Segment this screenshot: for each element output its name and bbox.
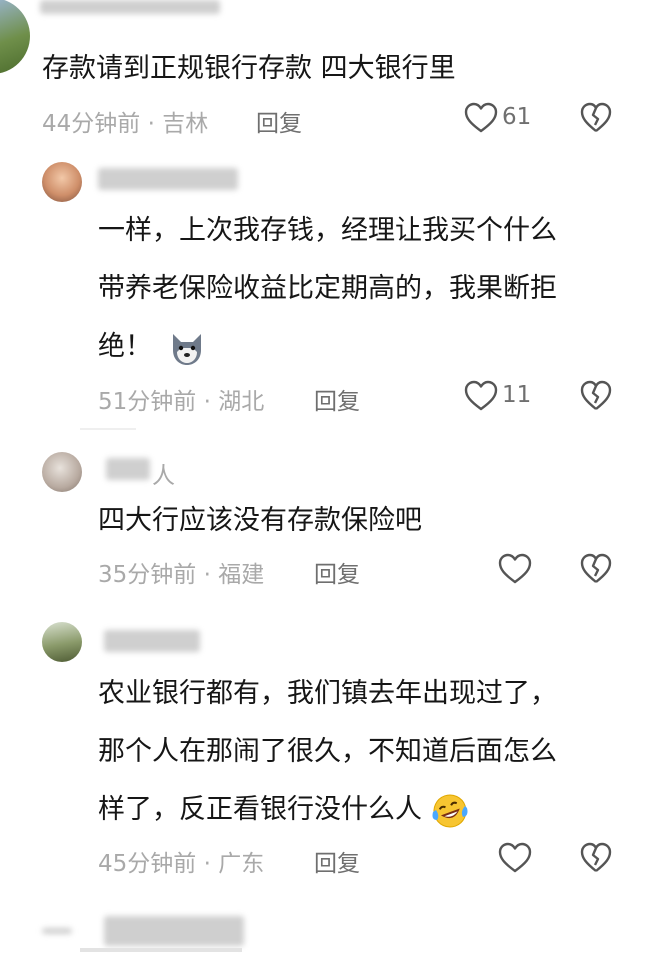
avatar-obscured[interactable] xyxy=(42,928,72,934)
reply-button[interactable]: 回复 xyxy=(314,382,360,416)
reply-button[interactable]: 回复 xyxy=(314,844,360,878)
comment-time: 45分钟前 xyxy=(98,851,197,877)
broken-heart-icon[interactable] xyxy=(580,102,612,134)
comment-text: 一样，上次我存钱，经理让我买个什么 带养老保险收益比定期高的，我果断拒 绝！ xyxy=(98,202,557,376)
comment-meta: 45分钟前 · 广东 xyxy=(98,851,265,877)
heart-outline-icon[interactable] xyxy=(464,380,498,412)
divider xyxy=(80,948,242,952)
comment-text: 农业银行都有，我们镇去年出现过了， 那个人在那闹了很久，不知道后面怎么 样了，反… xyxy=(98,665,557,839)
avatar[interactable] xyxy=(42,162,82,202)
comment-username[interactable]: 人 xyxy=(152,456,175,490)
heart-outline-icon[interactable] xyxy=(498,553,532,585)
comment-meta: 35分钟前 · 福建 xyxy=(98,562,265,588)
avatar[interactable] xyxy=(42,452,82,492)
like-count: 61 xyxy=(502,104,532,130)
reply-button[interactable]: 回复 xyxy=(256,104,302,138)
comment-time: 35分钟前 xyxy=(98,562,197,588)
laughing-tears-emoji xyxy=(432,794,468,827)
broken-heart-icon[interactable] xyxy=(580,842,612,874)
broken-heart-icon[interactable] xyxy=(580,380,612,412)
comment-text: 存款请到正规银行存款 四大银行里 xyxy=(42,53,456,84)
username-obscured xyxy=(104,916,244,946)
comment-meta: 51分钟前 · 湖北 xyxy=(98,389,265,415)
like-count: 11 xyxy=(502,382,532,408)
comment-meta: 44分钟前 · 吉林 xyxy=(42,111,209,137)
heart-outline-icon[interactable] xyxy=(464,102,498,134)
comment-text: 四大行应该没有存款保险吧 xyxy=(98,505,422,536)
username-obscured xyxy=(40,0,220,14)
username-obscured xyxy=(104,630,200,652)
divider xyxy=(80,428,136,430)
comment-location: 广东 xyxy=(218,851,265,877)
reply-button[interactable]: 回复 xyxy=(314,555,360,589)
username-obscured xyxy=(106,458,150,480)
dog-face-emoji xyxy=(172,333,201,365)
username-obscured xyxy=(98,168,238,190)
avatar[interactable] xyxy=(0,0,30,74)
comment-location: 福建 xyxy=(218,562,265,588)
heart-outline-icon[interactable] xyxy=(498,842,532,874)
comment-location: 湖北 xyxy=(218,389,265,415)
avatar[interactable] xyxy=(42,622,82,662)
comment-time: 44分钟前 xyxy=(42,111,141,137)
broken-heart-icon[interactable] xyxy=(580,553,612,585)
comment-location: 吉林 xyxy=(162,111,209,137)
comment-time: 51分钟前 xyxy=(98,389,197,415)
